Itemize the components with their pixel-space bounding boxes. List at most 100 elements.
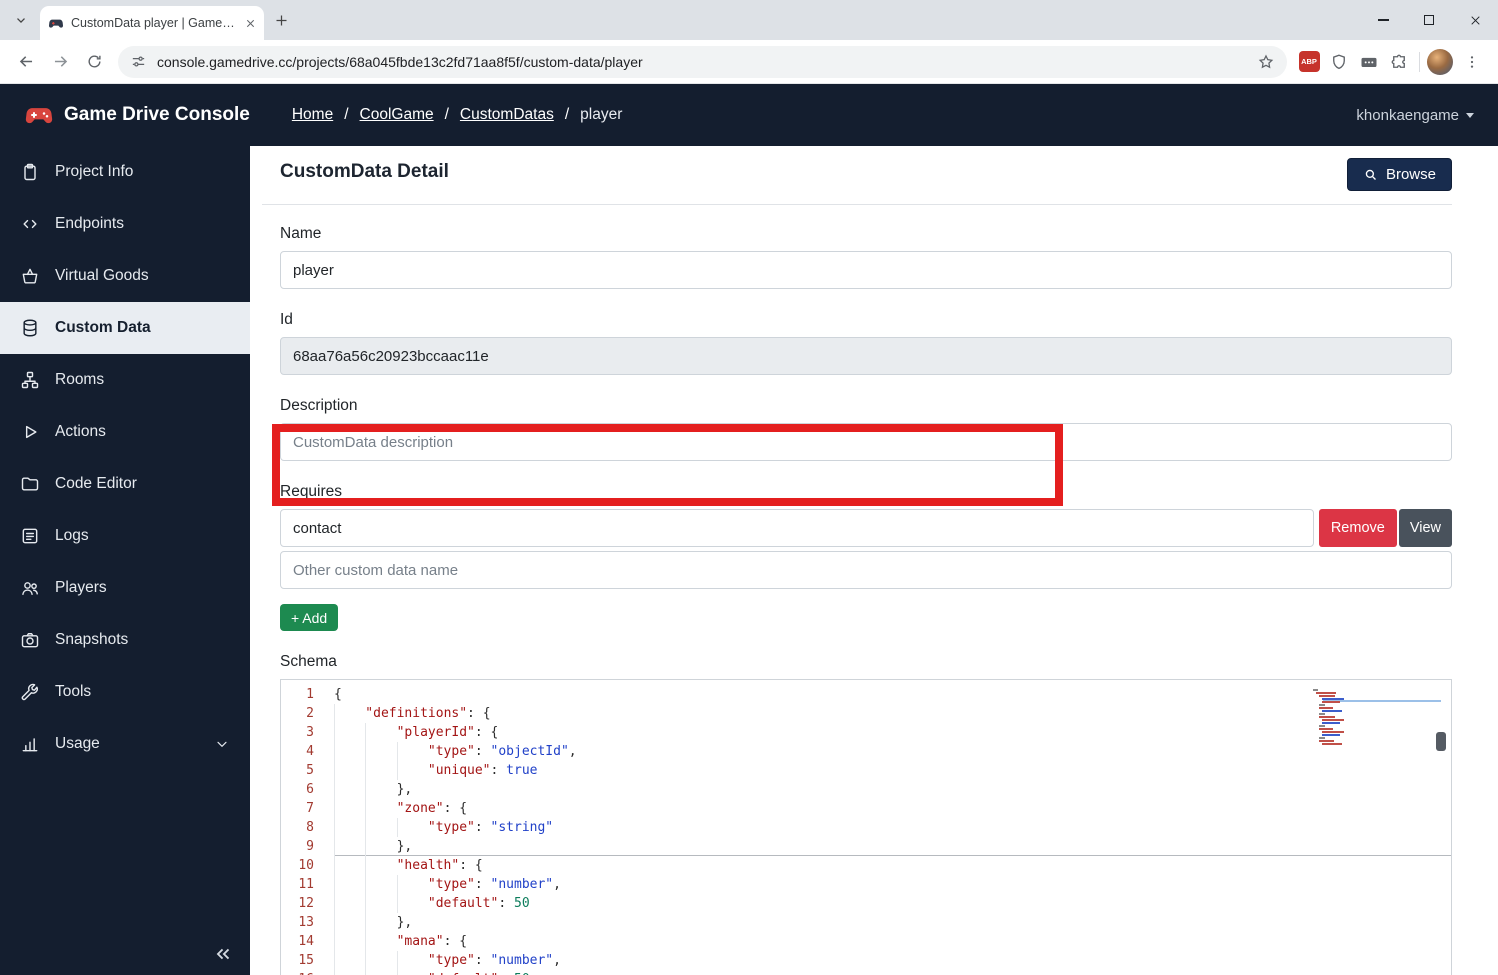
line-number: 11 (281, 875, 314, 894)
line-number: 3 (281, 723, 314, 742)
code-line: }, (334, 837, 1451, 856)
user-menu[interactable]: khonkaengame (1356, 107, 1474, 124)
sidebar-item-label: Tools (55, 683, 91, 701)
line-number: 10 (281, 856, 314, 875)
sidebar-item-rooms[interactable]: Rooms (0, 354, 250, 406)
sidebar-item-label: Custom Data (55, 319, 151, 337)
shield-extension-icon[interactable] (1325, 48, 1353, 76)
url-text[interactable]: console.gamedrive.cc/projects/68a045fbde… (157, 54, 1247, 70)
line-number: 13 (281, 913, 314, 932)
users-icon (20, 578, 40, 598)
code-line: "type": "objectId", (334, 742, 1451, 761)
code-line: "type": "number", (334, 875, 1451, 894)
toolbar-separator (1419, 52, 1420, 72)
profile-avatar[interactable] (1426, 48, 1454, 76)
sidebar-item-label: Code Editor (55, 475, 137, 493)
sidebar-item-tools[interactable]: Tools (0, 666, 250, 718)
breadcrumb-separator: / (565, 106, 569, 124)
forward-button[interactable] (44, 46, 76, 78)
sidebar-item-custom-data[interactable]: Custom Data (0, 302, 250, 354)
requires-row: Remove View (280, 509, 1452, 547)
id-field: Id (280, 311, 1452, 375)
back-button[interactable] (10, 46, 42, 78)
breadcrumb-item-coolgame[interactable]: CoolGame (360, 106, 434, 124)
sidebar-item-logs[interactable]: Logs (0, 510, 250, 562)
view-button[interactable]: View (1399, 509, 1452, 547)
app-title: Game Drive Console (64, 104, 250, 126)
id-label: Id (280, 311, 1452, 329)
code-line: "type": "string" (334, 818, 1451, 837)
line-number: 5 (281, 761, 314, 780)
window-maximize-button[interactable] (1406, 0, 1452, 40)
sidebar-item-code-editor[interactable]: Code Editor (0, 458, 250, 510)
description-input[interactable] (280, 423, 1452, 461)
sidebar-item-endpoints[interactable]: Endpoints (0, 198, 250, 250)
password-manager-extension-icon[interactable] (1355, 48, 1383, 76)
app-body: Project Info Endpoints Virtual Goods Custom… (0, 146, 1498, 975)
window-controls (1360, 0, 1498, 40)
add-button[interactable]: + Add (280, 604, 338, 631)
schema-code[interactable]: {"definitions": {"playerId": {"type": "o… (327, 685, 1451, 975)
browser-menu-button[interactable] (1456, 46, 1488, 78)
sidebar-item-label: Usage (55, 735, 100, 753)
chevron-down-icon (214, 736, 230, 752)
window-close-button[interactable] (1452, 0, 1498, 40)
caret-down-icon (1466, 113, 1474, 118)
requires-item-input[interactable] (280, 509, 1314, 547)
folder-icon (20, 474, 40, 494)
browser-toolbar: console.gamedrive.cc/projects/68a045fbde… (0, 40, 1498, 84)
sidebar-item-virtual-goods[interactable]: Virtual Goods (0, 250, 250, 302)
code-line: "default": 50 (334, 970, 1451, 975)
sidebar-collapse-button[interactable] (212, 943, 234, 965)
sidebar-item-usage[interactable]: Usage (0, 718, 250, 770)
browse-button-label: Browse (1386, 166, 1436, 183)
sidebar-item-label: Players (55, 579, 107, 597)
schema-label: Schema (280, 653, 1452, 671)
tab-strip: CustomData player | GameDrive (0, 0, 1498, 40)
reload-button[interactable] (78, 46, 110, 78)
extensions-puzzle-icon[interactable] (1385, 48, 1413, 76)
bookmark-star-icon[interactable] (1257, 53, 1275, 71)
code-line: }, (334, 780, 1451, 799)
adblock-extension-icon[interactable]: ABP (1295, 48, 1323, 76)
remove-button[interactable]: Remove (1319, 509, 1397, 547)
sidebar-item-label: Rooms (55, 371, 104, 389)
schema-field: Schema 12345678910111213141516171819 {"d… (280, 653, 1452, 975)
browse-button[interactable]: Browse (1347, 158, 1452, 191)
breadcrumb-item-home[interactable]: Home (292, 106, 333, 124)
tab-search-button[interactable] (8, 7, 34, 33)
basket-icon (20, 266, 40, 286)
window-minimize-button[interactable] (1360, 0, 1406, 40)
forward-icon (51, 52, 70, 71)
breadcrumb-item-customdatas[interactable]: CustomDatas (460, 106, 554, 124)
schema-editor[interactable]: 12345678910111213141516171819 {"definiti… (280, 679, 1452, 975)
requires-field: Requires Remove View + Add (280, 483, 1452, 631)
app-logo (24, 100, 54, 130)
page-title: CustomData Detail (280, 158, 449, 183)
chevron-down-icon (14, 13, 28, 27)
sidebar-item-project-info[interactable]: Project Info (0, 146, 250, 198)
new-tab-button[interactable] (274, 13, 289, 28)
sidebar-item-snapshots[interactable]: Snapshots (0, 614, 250, 666)
tab-close-icon[interactable] (245, 18, 256, 29)
breadcrumb-item-player: player (580, 106, 622, 124)
browser-tab[interactable]: CustomData player | GameDrive (40, 6, 264, 40)
address-bar[interactable]: console.gamedrive.cc/projects/68a045fbde… (118, 46, 1287, 78)
title-divider (262, 204, 1452, 205)
sidebar-item-players[interactable]: Players (0, 562, 250, 614)
sidebar-item-label: Endpoints (55, 215, 124, 233)
breadcrumb-separator: / (344, 106, 348, 124)
back-icon (17, 52, 36, 71)
tab-favicon-icon (48, 15, 64, 31)
database-icon (20, 318, 40, 338)
site-info-icon[interactable] (130, 53, 147, 70)
add-custom-data-input[interactable] (280, 551, 1452, 589)
clipboard-icon (20, 162, 40, 182)
sidebar: Project Info Endpoints Virtual Goods Custom… (0, 146, 250, 975)
close-icon (1469, 14, 1482, 27)
name-input[interactable] (280, 251, 1452, 289)
browser-chrome: CustomData player | GameDrive (0, 0, 1498, 84)
editor-scrollbar[interactable] (1436, 732, 1446, 751)
sidebar-item-actions[interactable]: Actions (0, 406, 250, 458)
logs-icon (20, 526, 40, 546)
